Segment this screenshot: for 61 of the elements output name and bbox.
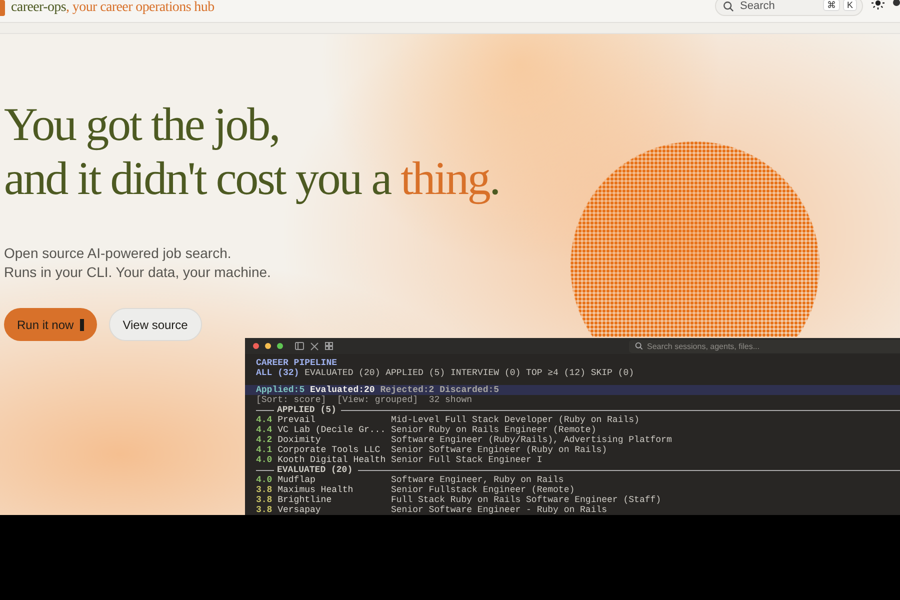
filter-tab[interactable]: SKIP (0) xyxy=(590,368,634,378)
pipeline-title: CAREER PIPELINE xyxy=(256,358,338,368)
company-text: Maximus Health xyxy=(278,485,354,495)
score-text: 3.8 xyxy=(256,485,274,495)
company-text: Mudflap xyxy=(278,475,316,485)
role-text: Senior Fullstack Engineer (Remote) xyxy=(391,485,575,495)
theme-dot-icon[interactable] xyxy=(893,0,900,6)
sidebar-icon[interactable] xyxy=(295,342,304,350)
company-text: Doximity xyxy=(278,435,321,445)
score-text: 4.0 xyxy=(256,455,274,465)
filter-tab[interactable]: INTERVIEW (0) xyxy=(450,368,521,378)
maximize-icon[interactable] xyxy=(277,343,283,349)
score-text: 4.0 xyxy=(256,475,274,485)
group-heading: EVALUATED (20) xyxy=(277,465,353,475)
company-text: Brightline xyxy=(278,495,332,505)
stat-text: Discarded:5 xyxy=(440,385,500,395)
logo-icon xyxy=(0,0,5,16)
role-text: Mid-Level Full Stack Developer (Ruby on Rails) xyxy=(391,415,640,425)
score-text: 4.4 xyxy=(256,425,274,435)
sun-icon[interactable] xyxy=(871,0,885,10)
score-text: 4.2 xyxy=(256,435,274,445)
score-text: 3.8 xyxy=(256,495,274,505)
minimize-icon[interactable] xyxy=(265,343,271,349)
role-text: Senior Software Engineer - Ruby on Rails xyxy=(391,505,608,515)
site-title[interactable]: career-ops, your career operations hub xyxy=(11,0,214,15)
search-icon xyxy=(723,1,734,12)
sort-view-text: [Sort: score] [View: grouped] 32 shown xyxy=(256,395,472,405)
company-text: Kooth Digital Health xyxy=(278,455,386,465)
filter-tab[interactable]: EVALUATED (20) xyxy=(304,368,380,378)
subtitle-text: Open source AI-powered job search. xyxy=(4,244,232,263)
subtitle-text: Runs in your CLI. Your data, your machine. xyxy=(4,263,271,282)
company-text: Corporate Tools LLC xyxy=(278,445,380,455)
headline: You got the job, and it didn't cost you a thing. xyxy=(4,98,500,206)
stat-text: Applied:5 xyxy=(256,385,305,395)
cursor-block-icon xyxy=(80,318,84,330)
grid-icon[interactable] xyxy=(325,342,333,350)
shortcut-key: K xyxy=(842,0,857,11)
company-text: VC Lab (Decile Gr... xyxy=(278,425,386,435)
stat-text: Rejected:2 xyxy=(380,385,434,395)
run-button[interactable]: Run it now xyxy=(4,308,97,341)
filter-tab[interactable]: ALL (32) xyxy=(256,368,300,378)
score-text: 4.4 xyxy=(256,415,274,425)
shortcut-key: ⌘ xyxy=(822,0,840,11)
stat-text: Evaluated:20 xyxy=(310,385,375,395)
group-heading: APPLIED (5) xyxy=(277,405,336,415)
role-text: Software Engineer (Ruby/Rails), Advertising Platform xyxy=(391,435,672,445)
role-text: Senior Ruby on Rails Engineer (Remote) xyxy=(391,425,596,435)
view-source-button[interactable]: View source xyxy=(108,308,202,341)
score-text: 3.8 xyxy=(256,505,274,515)
terminal-search-field[interactable]: Search sessions, agents, files... xyxy=(629,340,900,352)
role-text: Senior Full Stack Engineer I xyxy=(391,455,542,465)
role-text: Full Stack Ruby on Rails Software Engineer (Staff) xyxy=(391,495,662,505)
company-text: Versapay xyxy=(278,505,321,515)
company-text: Prevail xyxy=(278,415,316,425)
search-icon xyxy=(635,342,643,350)
filter-tab[interactable]: APPLIED (5) xyxy=(386,368,446,378)
score-text: 4.1 xyxy=(256,445,274,455)
role-text: Senior Software Engineer (Ruby on Rails) xyxy=(391,445,608,455)
filter-tab[interactable]: TOP ≥4 (12) xyxy=(526,368,586,378)
close-icon[interactable] xyxy=(253,343,259,349)
role-text: Software Engineer, Ruby on Rails xyxy=(391,475,564,485)
